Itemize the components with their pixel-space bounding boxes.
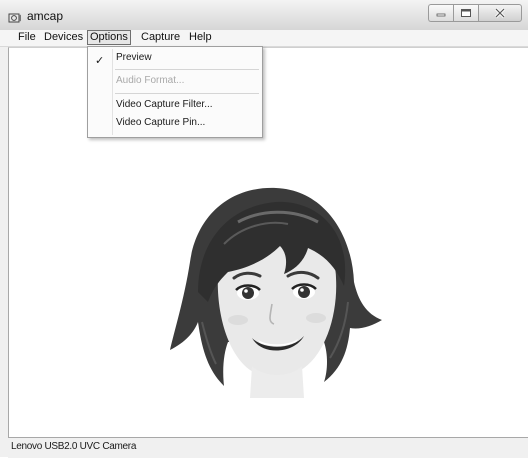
menu-item-video-capture-filter[interactable]: Video Capture Filter... bbox=[116, 98, 213, 112]
status-device-text: Lenovo USB2.0 UVC Camera bbox=[11, 441, 137, 452]
preview-area bbox=[8, 47, 528, 437]
maximize-button[interactable] bbox=[453, 4, 478, 22]
menu-item-audio-format: Audio Format... bbox=[116, 75, 185, 86]
menu-capture[interactable]: Capture bbox=[139, 31, 182, 44]
title-bar[interactable]: amcap bbox=[0, 0, 528, 31]
menu-item-video-capture-pin[interactable]: Video Capture Pin... bbox=[116, 116, 205, 130]
close-icon bbox=[494, 7, 506, 19]
options-dropdown-menu: ✓ Preview Audio Format... Video Capture … bbox=[87, 46, 263, 138]
menu-separator bbox=[115, 69, 259, 70]
amcap-window: amcap File Devices Options Capture Help … bbox=[0, 0, 528, 458]
checkmark-icon: ✓ bbox=[95, 55, 105, 67]
menu-options[interactable]: Options bbox=[87, 30, 131, 45]
cartoon-face-illustration bbox=[170, 187, 382, 398]
minimize-icon bbox=[436, 13, 446, 17]
menu-item-preview[interactable]: Preview bbox=[116, 51, 152, 65]
menu-bar: File Devices Options Capture Help bbox=[0, 30, 528, 47]
maximize-icon bbox=[461, 9, 471, 17]
menu-help[interactable]: Help bbox=[187, 31, 214, 44]
caption-buttons bbox=[428, 4, 522, 22]
menu-file[interactable]: File bbox=[16, 31, 38, 44]
window-title: amcap bbox=[27, 9, 64, 23]
menu-devices[interactable]: Devices bbox=[42, 31, 85, 44]
menu-gutter bbox=[112, 49, 113, 135]
status-bar: Lenovo USB2.0 UVC Camera bbox=[8, 437, 528, 458]
minimize-button[interactable] bbox=[428, 4, 453, 22]
menu-separator bbox=[115, 93, 259, 94]
close-button[interactable] bbox=[478, 4, 522, 22]
camera-app-icon bbox=[8, 13, 21, 23]
